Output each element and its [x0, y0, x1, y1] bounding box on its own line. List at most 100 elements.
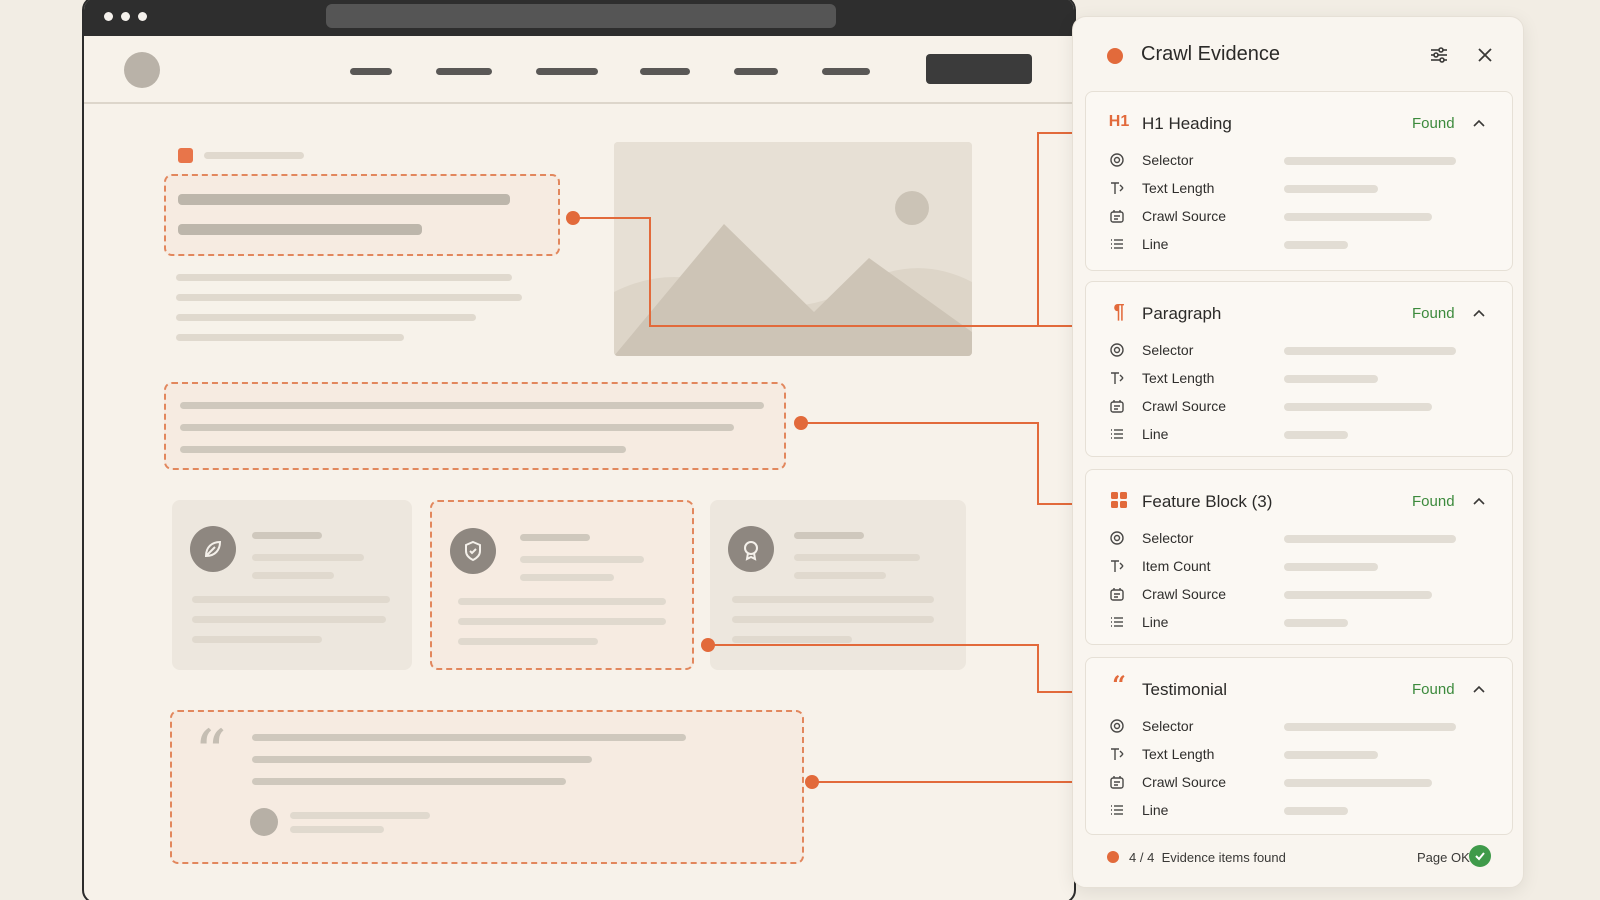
window-dot[interactable]	[138, 12, 147, 21]
card-text	[458, 638, 598, 645]
evidence-row: Text Length	[1086, 364, 1512, 392]
list-icon	[1108, 613, 1126, 631]
h1-line	[178, 224, 422, 235]
target-icon	[1108, 151, 1126, 169]
card-text	[458, 618, 666, 625]
mountain-image-icon	[614, 142, 972, 356]
chevron-up-icon[interactable]	[1470, 114, 1488, 132]
h1-highlight[interactable]	[164, 174, 560, 256]
text-length-icon	[1108, 369, 1126, 387]
evidence-row: Selector	[1086, 712, 1512, 740]
eyebrow-text	[204, 152, 304, 159]
evidence-section-paragraph: ¶ Paragraph Found Selector Text Length C…	[1085, 281, 1513, 457]
chevron-up-icon[interactable]	[1470, 304, 1488, 322]
h1-line	[178, 194, 510, 205]
row-label: Crawl Source	[1142, 774, 1227, 790]
value-placeholder	[1284, 241, 1348, 249]
row-label: Crawl Source	[1142, 398, 1227, 414]
value-placeholder	[1284, 751, 1378, 759]
pilcrow-icon: ¶	[1113, 300, 1125, 323]
feature-card-highlight[interactable]	[430, 500, 694, 670]
evidence-row: Crawl Source	[1086, 768, 1512, 796]
text-line	[176, 334, 404, 341]
window-dot[interactable]	[104, 12, 113, 21]
status-dot	[1107, 851, 1119, 863]
card-text	[794, 554, 920, 561]
connector-dot	[701, 638, 715, 652]
value-placeholder	[1284, 535, 1456, 543]
nav-link[interactable]	[734, 68, 778, 75]
page-status: Page OK	[1417, 850, 1470, 865]
evidence-row: Line	[1086, 230, 1512, 258]
nav-link[interactable]	[822, 68, 870, 75]
sliders-icon[interactable]	[1425, 41, 1453, 69]
paragraph-highlight[interactable]	[164, 382, 786, 470]
nav-cta-button[interactable]	[926, 54, 1032, 84]
check-icon	[1469, 845, 1491, 867]
card-text	[732, 616, 934, 623]
connector-dot	[566, 211, 580, 225]
shield-icon	[450, 528, 496, 574]
panel-footer: 4 / 4 Evidence items found Page OK	[1073, 837, 1523, 887]
text-line	[252, 778, 566, 785]
text-length-icon	[1108, 557, 1126, 575]
chevron-up-icon[interactable]	[1470, 680, 1488, 698]
nav-link[interactable]	[350, 68, 392, 75]
nav-link[interactable]	[536, 68, 598, 75]
badge-icon	[728, 526, 774, 572]
connector-dot	[805, 775, 819, 789]
site-logo[interactable]	[124, 52, 160, 88]
nav-link[interactable]	[640, 68, 690, 75]
row-label: Text Length	[1142, 180, 1215, 196]
value-placeholder	[1284, 403, 1432, 411]
card-title	[520, 534, 590, 541]
quote-icon: “	[1112, 669, 1126, 699]
value-placeholder	[1284, 563, 1378, 571]
testimonial-highlight[interactable]: “	[170, 710, 804, 864]
nav-link[interactable]	[436, 68, 492, 75]
eyebrow-marker	[178, 148, 193, 163]
crawl-source-icon	[1108, 207, 1126, 225]
value-placeholder	[1284, 807, 1348, 815]
crawl-source-icon	[1108, 397, 1126, 415]
section-header[interactable]: ¶ Paragraph Found	[1086, 282, 1512, 338]
status-badge: Found	[1412, 115, 1455, 132]
evidence-section-feature-block: Feature Block (3) Found Selector Item Co…	[1085, 469, 1513, 645]
evidence-row: Crawl Source	[1086, 202, 1512, 230]
summary-label: Evidence items found	[1161, 850, 1286, 865]
card-text	[520, 556, 644, 563]
evidence-summary: 4 / 4 Evidence items found	[1129, 850, 1286, 865]
close-icon[interactable]	[1471, 41, 1499, 69]
section-header[interactable]: Feature Block (3) Found	[1086, 470, 1512, 526]
row-label: Line	[1142, 236, 1169, 252]
row-label: Item Count	[1142, 558, 1211, 574]
grid-icon	[1108, 490, 1130, 510]
window-dot[interactable]	[121, 12, 130, 21]
text-line	[176, 274, 512, 281]
status-badge: Found	[1412, 493, 1455, 510]
crawl-source-icon	[1108, 773, 1126, 791]
address-bar[interactable]	[326, 4, 836, 28]
count-separator: /	[1139, 850, 1144, 865]
text-line	[180, 446, 626, 453]
site-navbar	[84, 36, 1074, 104]
card-text	[794, 572, 886, 579]
chevron-up-icon[interactable]	[1470, 492, 1488, 510]
section-header[interactable]: H1 H1 Heading Found	[1086, 92, 1512, 148]
website-preview: “	[82, 0, 1076, 900]
evidence-section-h1: H1 H1 Heading Found Selector Text Length…	[1085, 91, 1513, 271]
list-icon	[1108, 801, 1126, 819]
feature-card[interactable]	[710, 500, 966, 670]
section-header[interactable]: “ Testimonial Found	[1086, 658, 1512, 714]
text-line	[252, 734, 686, 741]
value-placeholder	[1284, 347, 1456, 355]
row-label: Selector	[1142, 152, 1194, 168]
evidence-section-testimonial: “ Testimonial Found Selector Text Length…	[1085, 657, 1513, 835]
row-label: Selector	[1142, 342, 1194, 358]
value-placeholder	[1284, 185, 1378, 193]
row-label: Line	[1142, 426, 1169, 442]
value-placeholder	[1284, 431, 1348, 439]
leaf-icon	[190, 526, 236, 572]
card-text	[732, 596, 934, 603]
feature-card[interactable]	[172, 500, 412, 670]
